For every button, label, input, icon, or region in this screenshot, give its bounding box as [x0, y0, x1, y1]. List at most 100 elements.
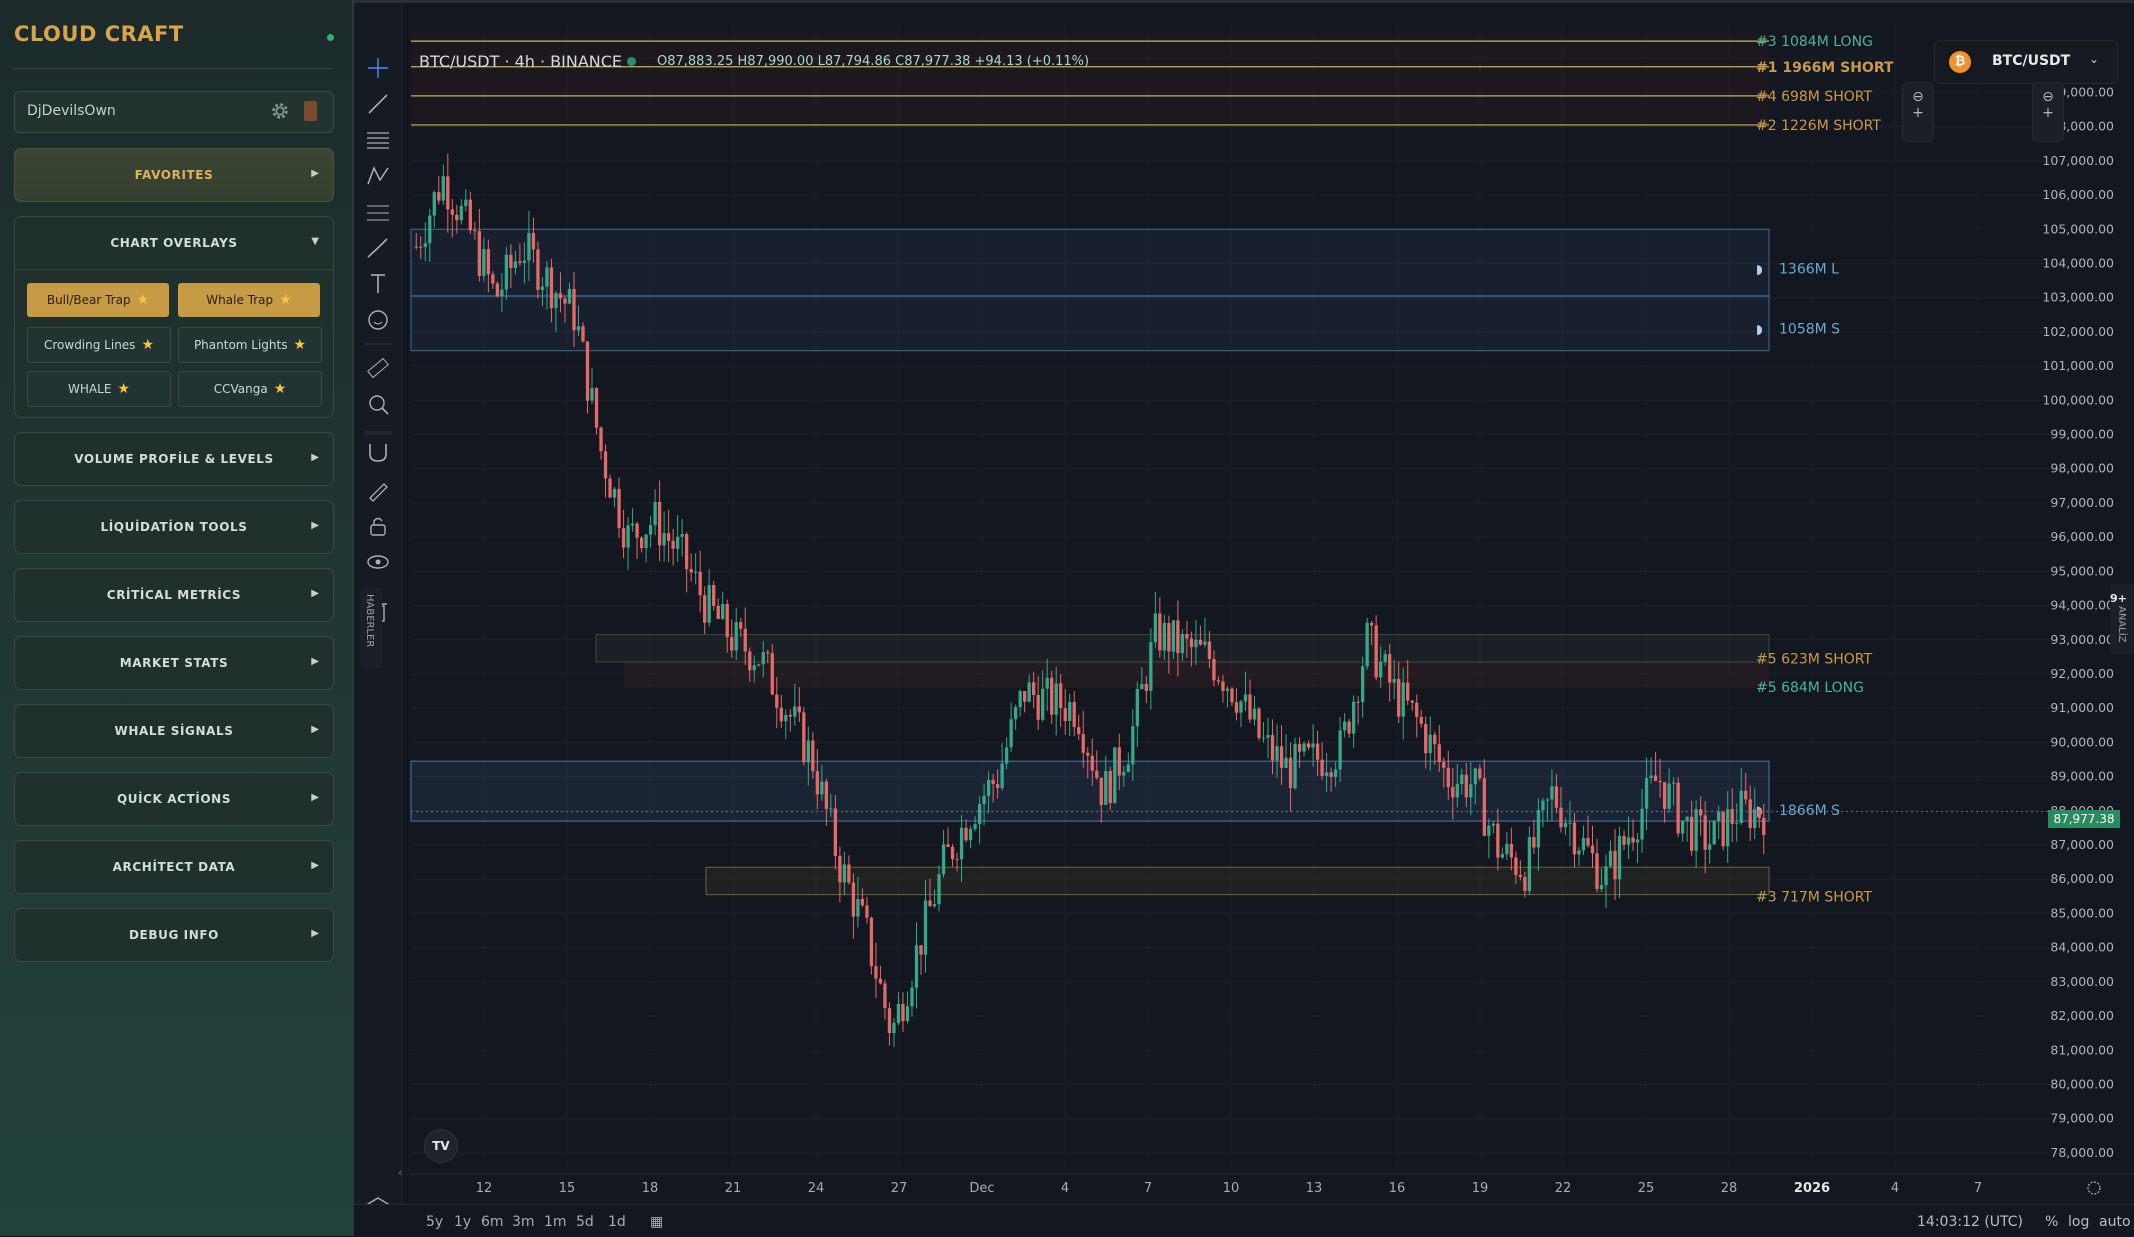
- section-market-stats[interactable]: MARKET STATS ▶: [14, 636, 334, 690]
- range-3m-button[interactable]: 3m: [512, 1214, 535, 1230]
- candle-body: [1095, 770, 1099, 778]
- candle-body: [802, 712, 806, 763]
- candle-body: [1487, 825, 1491, 836]
- chart-overlays-label[interactable]: CHART OVERLAYS: [15, 236, 333, 250]
- candle-body: [775, 694, 779, 708]
- star-icon: ★: [117, 381, 130, 397]
- candle-body: [1230, 688, 1234, 703]
- tradingview-logo-icon[interactable]: TV: [424, 1129, 458, 1163]
- chart-area[interactable]: #3 1084M LONG #1 1966M SHORT #4 698M SHORT…: [354, 0, 2134, 1237]
- price-tick-label: 98,000.00: [2050, 461, 2114, 476]
- candle-body: [1604, 866, 1608, 886]
- candle-body: [1041, 688, 1045, 720]
- section-critical-metrics[interactable]: CRİTİCAL METRİCS ▶: [14, 568, 334, 622]
- candle-body: [901, 1004, 905, 1022]
- candle-body: [527, 232, 531, 261]
- overlay-whale-trap-button[interactable]: Whale Trap ★: [178, 283, 320, 317]
- candle-body: [504, 254, 509, 290]
- plus-icon[interactable]: +: [2033, 105, 2063, 121]
- candle-body: [703, 595, 707, 623]
- scale-auto-button[interactable]: auto: [2099, 1214, 2131, 1230]
- news-tab[interactable]: HABERLER: [360, 588, 382, 668]
- candle-body: [1306, 743, 1311, 748]
- minus-icon[interactable]: ⊖: [1903, 89, 1933, 105]
- candle-body: [1135, 689, 1139, 727]
- candle-body: [1717, 811, 1721, 822]
- candle-body: [1680, 820, 1685, 834]
- gear-icon[interactable]: [269, 100, 291, 122]
- candle-body: [1406, 682, 1410, 701]
- time-tick-label: 22: [1555, 1181, 1572, 1196]
- candle-body: [554, 293, 558, 309]
- overlay-phantom-lights-button[interactable]: Phantom Lights ★: [178, 327, 322, 363]
- candle-body: [1198, 639, 1203, 645]
- scale-log-button[interactable]: log: [2068, 1214, 2089, 1230]
- symbol-selector[interactable]: ₿ BTC/USDT ⌄: [1934, 40, 2118, 84]
- candle-body: [1000, 763, 1004, 789]
- price-chart[interactable]: #3 1084M LONG #1 1966M SHORT #4 698M SHORT…: [354, 0, 2134, 1204]
- overlay-whale-button[interactable]: WHALE ★: [27, 371, 171, 407]
- candle-body: [1491, 823, 1495, 826]
- lock-scale-icon[interactable]: ⊖: [2033, 89, 2063, 105]
- candle-body: [824, 781, 829, 809]
- range-5y-button[interactable]: 5y: [426, 1214, 443, 1230]
- collapse-toolbar-icon[interactable]: ‹: [398, 1166, 402, 1179]
- expand-arrow-icon: ▶: [311, 168, 319, 179]
- price-tick-label: 84,000.00: [2050, 940, 2114, 955]
- section-liquidation-tools[interactable]: LİQUİDATİON TOOLS ▶: [14, 500, 334, 554]
- candle-body: [833, 808, 838, 856]
- bitcoin-icon: ₿: [1949, 51, 1971, 73]
- candle-body: [1703, 815, 1707, 850]
- candle-body: [1126, 764, 1130, 772]
- range-6m-button[interactable]: 6m: [481, 1214, 504, 1230]
- candle-body: [1469, 784, 1473, 798]
- section-whale-signals[interactable]: WHALE SİGNALS ▶: [14, 704, 334, 758]
- candle-body: [450, 209, 454, 215]
- candle-body: [766, 652, 770, 654]
- candle-body: [1473, 768, 1477, 785]
- candle-body: [1221, 681, 1225, 691]
- calendar-icon[interactable]: ▦: [650, 1214, 663, 1230]
- candle-body: [500, 289, 504, 297]
- scale-tool-group[interactable]: ⊖ +: [2032, 82, 2064, 142]
- candle-body: [1460, 774, 1464, 784]
- time-tick-label: Dec: [969, 1181, 994, 1196]
- candle-body: [1189, 638, 1194, 648]
- candle-body: [860, 898, 865, 906]
- range-1m-button[interactable]: 1m: [544, 1214, 567, 1230]
- section-quick-actions[interactable]: QUİCK ACTİONS ▶: [14, 772, 334, 826]
- collapse-arrow-icon[interactable]: ▼: [311, 236, 319, 247]
- candle-body: [495, 283, 500, 297]
- section-architect-data[interactable]: ARCHİTECT DATA ▶: [14, 840, 334, 894]
- candle-body: [639, 537, 644, 549]
- current-price-badge: 87,977.38: [2048, 810, 2120, 828]
- candle-body: [414, 246, 418, 248]
- overlay-crowding-lines-button[interactable]: Crowding Lines ★: [27, 327, 171, 363]
- overlay-ccvanga-button[interactable]: CCVanga ★: [178, 371, 322, 407]
- section-debug-info[interactable]: DEBUG INFO ▶: [14, 908, 334, 962]
- price-tick-label: 87,000.00: [2050, 837, 2114, 852]
- zoom-tool-group[interactable]: ⊖ +: [1902, 82, 1934, 142]
- overlay-bull-bear-trap-button[interactable]: Bull/Bear Trap ★: [27, 283, 169, 317]
- utc-clock[interactable]: 14:03:12 (UTC): [1917, 1214, 2023, 1230]
- candle-body: [1726, 809, 1730, 847]
- candle-body: [716, 605, 720, 619]
- section-volume-profile[interactable]: VOLUME PROFİLE & LEVELS ▶: [14, 432, 334, 486]
- plus-icon[interactable]: +: [1903, 105, 1933, 121]
- candle-body: [851, 882, 856, 917]
- range-1y-button[interactable]: 1y: [454, 1214, 471, 1230]
- zone-label: #1 1966M SHORT: [1756, 60, 1894, 76]
- time-tick-label: 7: [1974, 1181, 1982, 1196]
- price-tick-label: 91,000.00: [2050, 700, 2114, 715]
- candle-body: [1036, 694, 1040, 720]
- favorites-panel[interactable]: FAVORITES ▶: [14, 148, 334, 202]
- candle-body: [829, 808, 833, 810]
- scale-percent-button[interactable]: %: [2045, 1214, 2058, 1230]
- candle-body: [1577, 850, 1581, 855]
- candle-body: [730, 637, 734, 651]
- candle-body: [594, 388, 599, 428]
- expand-arrow-icon: ▶: [311, 724, 319, 735]
- range-1d-button[interactable]: 1d: [608, 1214, 626, 1230]
- range-5d-button[interactable]: 5d: [576, 1214, 594, 1230]
- logout-icon[interactable]: [304, 101, 317, 121]
